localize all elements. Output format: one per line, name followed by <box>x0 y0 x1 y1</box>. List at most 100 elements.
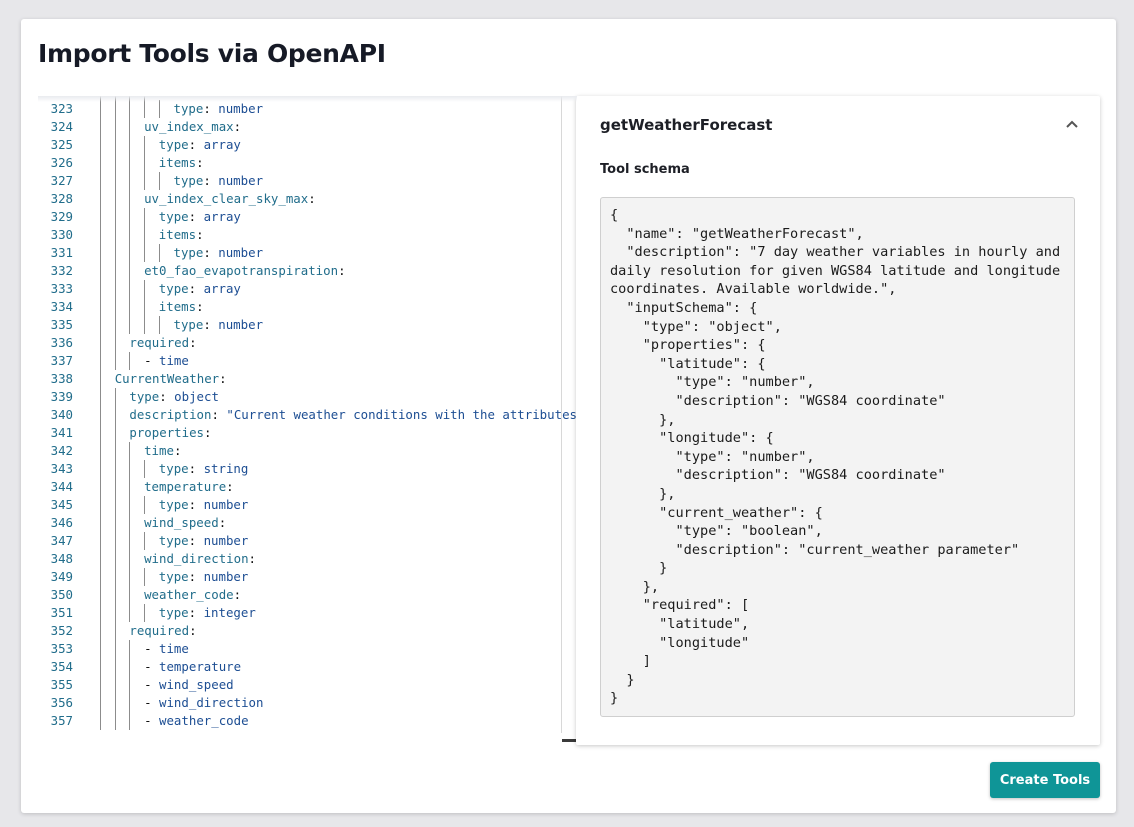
line-number: 339 <box>50 389 73 404</box>
editor-line: 336 required: <box>38 334 577 352</box>
indent-guide <box>144 604 146 622</box>
yaml-punctuation: : <box>189 623 197 638</box>
yaml-punctuation: : <box>226 479 234 494</box>
yaml-punctuation: : <box>188 605 204 620</box>
editor-horizontal-scrollbar[interactable] <box>562 739 577 742</box>
editor-line: 350 weather_code: <box>38 586 577 604</box>
chevron-up-icon[interactable] <box>1064 116 1080 132</box>
yaml-punctuation: : <box>203 245 219 260</box>
indent-guide <box>100 640 101 658</box>
editor-line: 335 type: number <box>38 316 577 334</box>
code-text: - time <box>144 352 189 370</box>
indent-guide <box>100 136 101 154</box>
indent-guide <box>100 154 101 172</box>
editor-line: 345 type: number <box>38 496 577 514</box>
indent-guide <box>100 694 101 712</box>
indent-guide <box>114 658 116 676</box>
yaml-value: string <box>203 461 249 476</box>
code-text: items: <box>159 226 204 244</box>
editor-line: 330 items: <box>38 226 577 244</box>
line-number: 352 <box>50 623 73 638</box>
code-text: type: object <box>129 388 219 406</box>
yaml-value: "Current weather conditions with the att… <box>226 407 577 422</box>
indent-guide <box>114 514 116 532</box>
indent-guide <box>114 604 116 622</box>
tool-name-heading[interactable]: getWeatherForecast <box>600 116 772 134</box>
line-number: 329 <box>50 209 73 224</box>
indent-guide <box>100 280 101 298</box>
line-number: 334 <box>50 299 73 314</box>
indent-guide <box>114 388 116 406</box>
yaml-key: wind_speed <box>144 515 219 530</box>
yaml-key: type <box>158 461 189 476</box>
line-number: 324 <box>50 119 73 134</box>
code-text: type: array <box>159 136 241 154</box>
indent-guide <box>100 424 101 442</box>
indent-guide <box>144 172 146 190</box>
indent-guide <box>100 208 101 226</box>
yaml-punctuation: : <box>308 191 316 206</box>
code-text: type: number <box>159 496 249 514</box>
indent-guide <box>100 676 101 694</box>
create-tools-button[interactable]: Create Tools <box>990 762 1100 798</box>
indent-guide <box>114 640 116 658</box>
line-number: 355 <box>50 677 73 692</box>
indent-guide <box>144 568 146 586</box>
yaml-punctuation: : <box>188 281 204 296</box>
yaml-key: CurrentWeather <box>114 371 220 386</box>
line-number: 354 <box>50 659 73 674</box>
code-text: - time <box>144 640 189 658</box>
indent-guide <box>100 388 101 406</box>
indent-guide <box>100 226 101 244</box>
indent-guide <box>114 568 116 586</box>
code-text: items: <box>159 298 204 316</box>
editor-line: 348 wind_direction: <box>38 550 577 568</box>
dialog-title: Import Tools via OpenAPI <box>38 39 386 68</box>
yaml-key: type <box>173 101 204 116</box>
indent-guide <box>114 316 116 334</box>
editor-scrollbar-track[interactable] <box>561 96 562 733</box>
indent-guide <box>129 172 131 190</box>
yaml-key: type <box>158 533 189 548</box>
indent-guide <box>144 208 146 226</box>
indent-guide <box>129 262 131 280</box>
yaml-punctuation: - <box>144 353 160 368</box>
line-number: 331 <box>50 245 73 260</box>
indent-guide <box>114 694 116 712</box>
yaml-value: number <box>203 533 249 548</box>
line-number: 357 <box>50 713 73 728</box>
indent-guide <box>129 226 131 244</box>
indent-guide <box>100 352 101 370</box>
editor-line: 339 type: object <box>38 388 577 406</box>
indent-guide <box>114 136 116 154</box>
openapi-code-editor[interactable]: 322items:323type: number324uv_index_max:… <box>38 96 577 733</box>
code-text: type: integer <box>159 604 256 622</box>
indent-guide <box>144 460 146 478</box>
yaml-key: weather_code <box>144 587 234 602</box>
yaml-key: type <box>129 389 160 404</box>
indent-guide <box>100 244 101 262</box>
yaml-value: array <box>203 137 241 152</box>
line-number: 348 <box>50 551 73 566</box>
yaml-value: number <box>218 101 264 116</box>
yaml-punctuation: : <box>203 317 219 332</box>
yaml-key: items <box>158 227 197 242</box>
indent-guide <box>100 712 101 730</box>
indent-guide <box>129 208 131 226</box>
code-text: type: string <box>159 460 249 478</box>
line-number: 341 <box>50 425 73 440</box>
code-text: - temperature <box>144 658 241 676</box>
yaml-value: wind_speed <box>159 677 234 692</box>
line-number: 335 <box>50 317 73 332</box>
yaml-key: type <box>158 209 189 224</box>
yaml-punctuation: : <box>173 443 182 458</box>
indent-guide <box>100 478 101 496</box>
yaml-punctuation: : <box>233 119 242 134</box>
indent-guide <box>144 226 146 244</box>
yaml-punctuation: : <box>196 155 204 170</box>
yaml-value: number <box>218 245 264 260</box>
yaml-key: items <box>158 299 197 314</box>
yaml-value: number <box>203 497 249 512</box>
yaml-key: uv_index_clear_sky_max <box>144 191 309 206</box>
line-number: 340 <box>50 407 73 422</box>
